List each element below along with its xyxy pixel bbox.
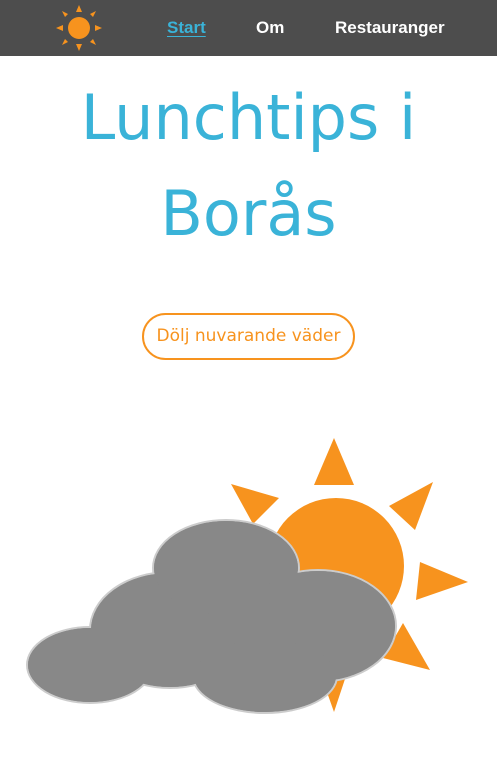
sun-icon[interactable] <box>56 5 102 51</box>
navbar: Start Om Restauranger <box>0 0 497 56</box>
partly-cloudy-icon <box>26 438 468 714</box>
page-title: Lunchtips i Borås <box>80 81 417 250</box>
nav-link-start[interactable]: Start <box>167 18 206 38</box>
nav-link-restauranger[interactable]: Restauranger <box>335 18 445 38</box>
toggle-weather-button[interactable]: Dölj nuvarande väder <box>142 313 355 360</box>
nav-link-om[interactable]: Om <box>256 18 284 38</box>
